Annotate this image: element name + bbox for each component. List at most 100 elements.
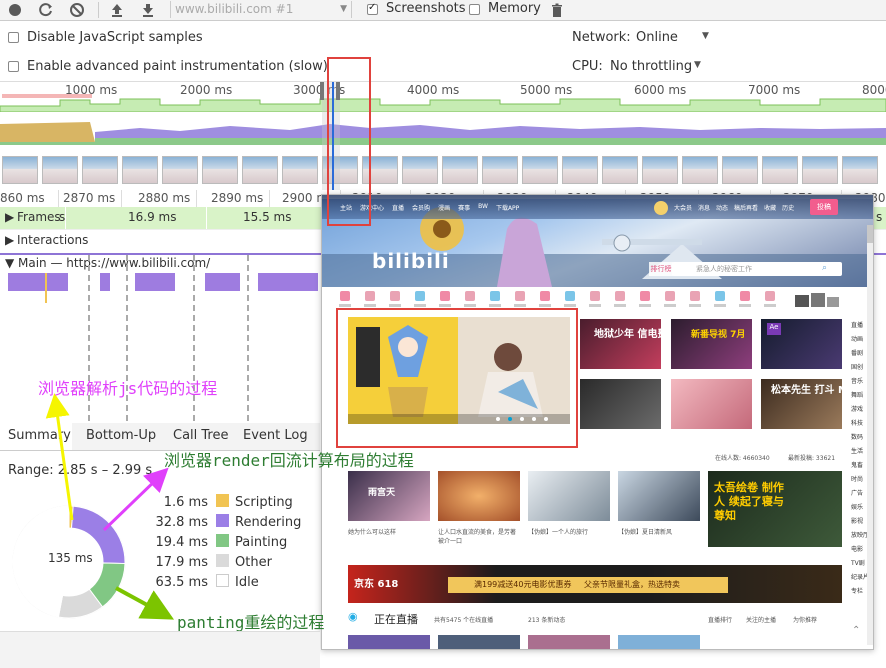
advanced-paint-checkbox[interactable] (8, 61, 19, 72)
main-expand-toggle[interactable]: ▼ (5, 256, 14, 270)
ad-text-2: 父亲节限量礼盒，热选特卖 (584, 580, 680, 589)
online-count: 在线人数: 4660340 (715, 455, 770, 462)
video-thumb-large: 太吾绘卷 制作人 续起了寝与尊知 (708, 471, 842, 547)
category-label (339, 304, 351, 307)
filmstrip-frame (722, 156, 758, 184)
tab-summary[interactable]: Summary (8, 428, 71, 443)
advanced-paint-label: Enable advanced paint instrumentation (s… (27, 59, 328, 74)
tab-bottom-up[interactable]: Bottom-Up (86, 428, 156, 443)
live-count: 共有5475 个在线直播 (434, 617, 494, 624)
frame-time: 15.5 ms (243, 210, 292, 224)
filmstrip-frame (442, 156, 478, 184)
cpu-select-value: No throttling (610, 59, 693, 74)
screenshots-label: Screenshots (386, 1, 466, 16)
disable-js-samples-label: Disable JavaScript samples (27, 30, 203, 45)
timeline-overview[interactable]: 1000 ms 2000 ms 3000 ms 4000 ms 5000 ms … (0, 82, 886, 191)
chevron-down-icon: ▼ (694, 60, 701, 70)
frames-expand-toggle[interactable]: ▶ (5, 210, 14, 224)
rendering-task[interactable] (135, 273, 175, 291)
category-icon (640, 291, 650, 301)
tab-call-tree[interactable]: Call Tree (173, 428, 229, 443)
live-thumbs (348, 635, 842, 649)
summary-label: Scripting (235, 495, 293, 510)
recording-select[interactable]: www.bilibili.com #1 ▼ (170, 1, 352, 18)
video-thumb: 地狱少年 信电费 (580, 319, 667, 369)
reload-icon[interactable] (38, 2, 54, 18)
interactions-expand-toggle[interactable]: ▶ (5, 233, 14, 247)
live-right-3: 为你推荐 (793, 617, 818, 624)
category-icon (615, 291, 625, 301)
bili-nav-item: 收藏 (764, 205, 777, 212)
category-icon (440, 291, 450, 301)
rendering-task[interactable] (205, 273, 240, 291)
annotation-render: 浏览器render回流计算布局的过程 (164, 451, 414, 470)
ruler-label: 7000 ms (748, 83, 801, 97)
filmstrip-frame (242, 156, 278, 184)
ruler-label: 2880 ms (138, 191, 191, 205)
category-label (714, 304, 726, 307)
summary-legend: 1.6 ms Scripting 32.8 ms Rendering 19.4 ms Pa… (148, 494, 318, 594)
chevron-down-icon: ▼ (340, 4, 347, 14)
cpu-select[interactable]: No throttling ▼ (610, 59, 710, 75)
filmstrip-frame (122, 156, 158, 184)
selection-handle-left[interactable] (320, 82, 324, 100)
summary-legend-row: 32.8 ms Rendering (148, 514, 318, 534)
frame-time: 16.9 ms (128, 210, 177, 224)
frame-divider (206, 207, 207, 229)
filmstrip-frame (42, 156, 78, 184)
chevron-down-icon: ▼ (702, 31, 709, 41)
devtools-toolbar: www.bilibili.com #1 ▼ Screenshots Memory (0, 0, 886, 21)
legend-swatch (216, 534, 229, 547)
cpu-label: CPU: (572, 59, 603, 74)
category-icon (390, 291, 400, 301)
video-title: 新番导视 7月 (691, 330, 746, 340)
summary-panel: Range: 2.85 s – 2.99 s 135 ms 1.6 ms Scri… (0, 451, 320, 631)
ruler-label: 2890 ms (211, 191, 264, 205)
ae-icon: Ae (767, 323, 781, 335)
category-label (664, 304, 676, 307)
live-thumb (438, 635, 520, 649)
legend-swatch (216, 514, 229, 527)
bili-nav-item: 会员购 (412, 205, 431, 212)
video-thumb: 新番导视 7月 (671, 319, 752, 369)
category-label (364, 304, 376, 307)
bili-nav-item: 历史 (782, 205, 795, 212)
filmstrip-frame (682, 156, 718, 184)
disable-js-samples-checkbox[interactable] (8, 32, 19, 43)
category-icon (490, 291, 500, 301)
status-area (0, 631, 320, 668)
category-label (614, 304, 626, 307)
video-title: 雨宫天 (368, 488, 396, 498)
live-thumb (348, 635, 430, 649)
rendering-task[interactable] (8, 273, 68, 291)
memory-checkbox[interactable] (469, 4, 480, 15)
highlight-box-carousel (336, 308, 578, 448)
video-thumb (528, 471, 610, 521)
rendering-task[interactable] (100, 273, 110, 291)
load-profile-icon[interactable] (109, 2, 125, 18)
live-right-2: 关注的主播 (746, 617, 777, 624)
ruler-tick (196, 190, 197, 207)
save-profile-icon[interactable] (140, 2, 156, 18)
screenshots-checkbox[interactable] (367, 2, 378, 15)
live-thumb (618, 635, 700, 649)
category-label (764, 304, 776, 307)
network-select[interactable]: Online ▼ (636, 30, 716, 46)
bili-nav-right: 大会员 消息 动态 稿后再看 收藏 历史 (674, 203, 794, 212)
rendering-task[interactable] (258, 273, 318, 291)
category-icon (565, 291, 575, 301)
summary-total: 135 ms (48, 551, 93, 565)
trash-icon[interactable] (549, 2, 565, 18)
filmstrip-frame (402, 156, 438, 184)
ruler-label: 6000 ms (634, 83, 687, 97)
bili-top-nav: 主站 游戏中心 直播 会员购 漫画 赛事 BW 下载APP 大会员 消息 动态 稿后再看 收藏 历史 投… (322, 195, 873, 219)
scripting-task[interactable] (45, 273, 47, 303)
tab-event-log[interactable]: Event Log (243, 428, 308, 443)
record-icon[interactable] (7, 2, 23, 18)
filmstrip-frame (842, 156, 878, 184)
video-thumb (438, 471, 520, 521)
legend-swatch (216, 574, 229, 587)
clear-icon[interactable] (69, 2, 85, 18)
video-sub: 她为什么可以这样 (348, 529, 397, 536)
bili-avatar (654, 201, 668, 215)
